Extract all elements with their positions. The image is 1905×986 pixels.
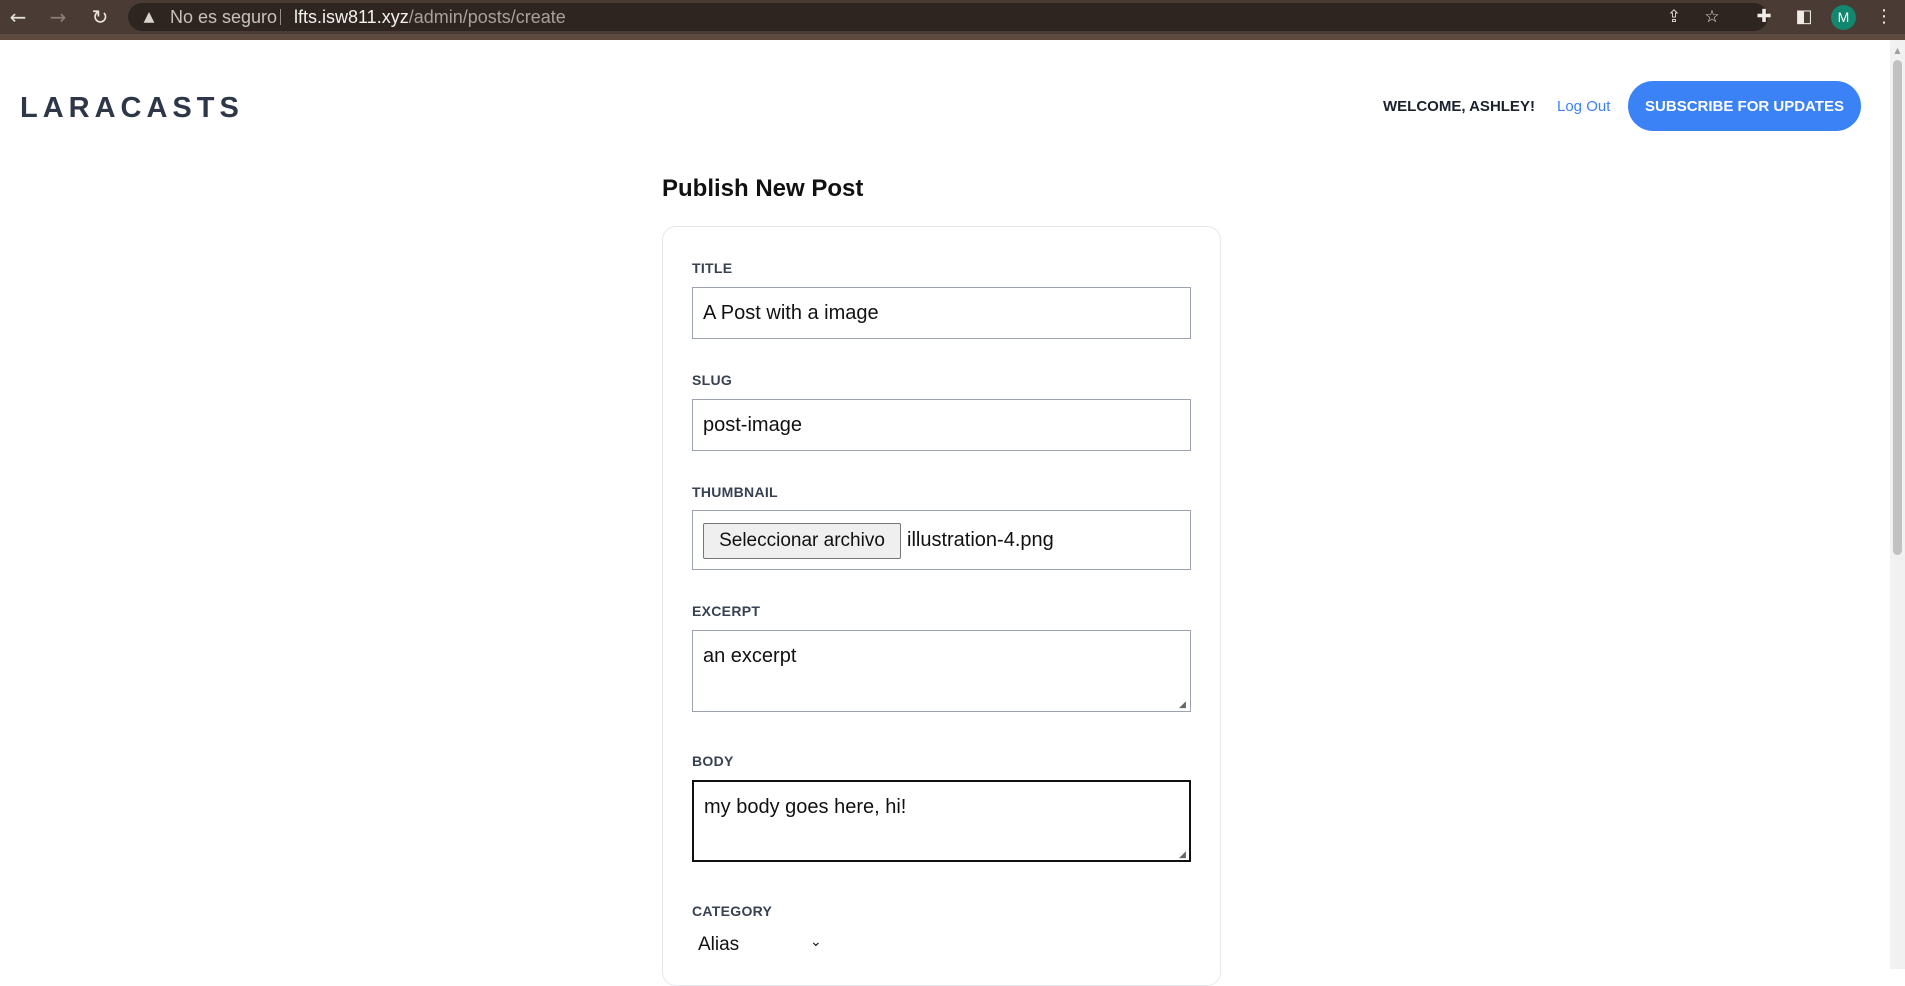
subscribe-button[interactable]: SUBSCRIBE FOR UPDATES: [1628, 81, 1861, 131]
title-input[interactable]: A Post with a image: [692, 287, 1191, 339]
extensions-puzzle-icon[interactable]: ✚: [1751, 5, 1777, 29]
excerpt-resize-grip-icon[interactable]: ◢: [1179, 701, 1188, 710]
back-arrow-icon[interactable]: ←: [4, 4, 32, 30]
thumbnail-label: THUMBNAIL: [692, 484, 778, 500]
page-title: Publish New Post: [662, 175, 864, 202]
body-resize-grip-icon[interactable]: ◢: [1179, 851, 1188, 860]
excerpt-textarea[interactable]: an excerpt: [692, 630, 1191, 712]
laracasts-logo[interactable]: LARACASTS: [20, 92, 244, 124]
scrollbar-thumb[interactable]: [1893, 60, 1902, 555]
share-icon[interactable]: ⇪: [1662, 6, 1686, 28]
menu-kebab-icon[interactable]: ⋮: [1871, 5, 1897, 29]
reload-icon[interactable]: ↻: [86, 4, 114, 30]
welcome-text: WELCOME, ASHLEY!: [1383, 98, 1535, 115]
warning-icon[interactable]: ▲: [140, 8, 158, 26]
slug-label: SLUG: [692, 372, 733, 388]
address-bar[interactable]: ▲ No es seguro lfts.isw811.xyz/admin/pos…: [128, 3, 1768, 31]
category-label: CATEGORY: [692, 903, 773, 919]
side-panel-icon[interactable]: ◧: [1791, 5, 1817, 29]
excerpt-label: EXCERPT: [692, 603, 761, 619]
choose-file-button[interactable]: Seleccionar archivo: [703, 523, 901, 559]
scroll-up-arrow-icon[interactable]: ▲: [1892, 46, 1903, 56]
toolbar-divider: [0, 34, 1905, 40]
body-label: BODY: [692, 753, 734, 769]
logout-link[interactable]: Log Out: [1557, 98, 1610, 116]
url-host: lfts.isw811.xyz: [294, 7, 409, 27]
bookmark-star-icon[interactable]: ☆: [1700, 6, 1724, 28]
category-select[interactable]: Alias ⌄: [692, 930, 832, 960]
slug-input[interactable]: post-image: [692, 399, 1191, 451]
title-label: TITLE: [692, 260, 733, 276]
forward-arrow-icon[interactable]: →: [44, 4, 72, 30]
thumbnail-file-input[interactable]: Seleccionar archivo illustration-4.png: [692, 510, 1191, 570]
url-path: /admin/posts/create: [408, 7, 566, 27]
body-textarea[interactable]: my body goes here, hi!: [692, 780, 1191, 862]
security-label[interactable]: No es seguro: [170, 7, 277, 27]
url-text[interactable]: lfts.isw811.xyz/admin/posts/create: [294, 7, 566, 27]
url-divider: [280, 9, 281, 25]
chevron-down-icon: ⌄: [810, 934, 822, 950]
profile-avatar[interactable]: M: [1831, 5, 1856, 30]
browser-toolbar: ← → ↻ ▲ No es seguro lfts.isw811.xyz/adm…: [0, 0, 1905, 34]
logo-text: LARACASTS: [20, 92, 244, 124]
selected-file-name: illustration-4.png: [907, 529, 1054, 551]
category-selected-value: Alias: [698, 934, 740, 955]
